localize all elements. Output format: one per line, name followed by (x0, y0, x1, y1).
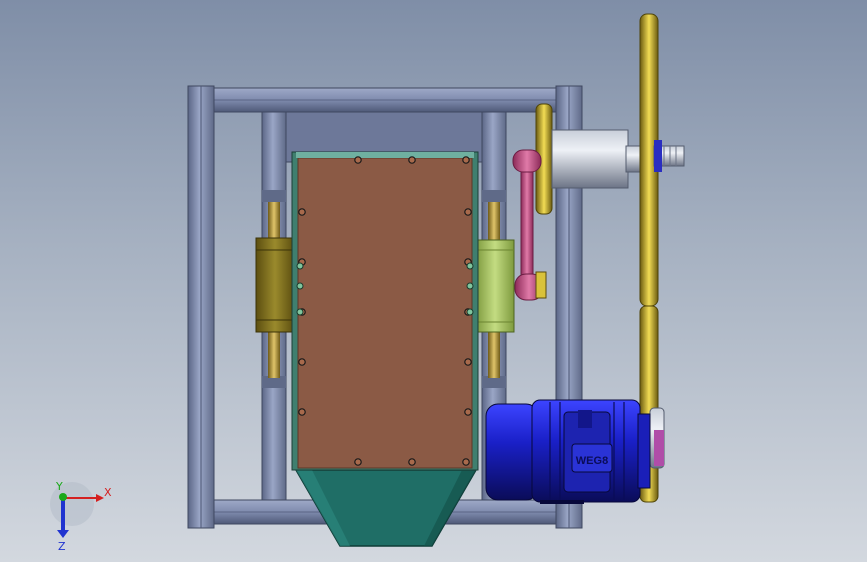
left-bearing-block (255, 237, 295, 333)
coordinate-axis-triad: X Y Z (50, 480, 112, 553)
plate-bolt (464, 408, 472, 416)
discharge-hopper (294, 469, 478, 547)
axis-z-label: Z (58, 540, 66, 553)
right-bearing-block (475, 239, 515, 333)
bearing-bolt (296, 262, 304, 270)
bearing-bolt (296, 282, 304, 290)
electric-motor: WEG8 (485, 399, 651, 504)
connecting-rod (520, 163, 534, 285)
bearing-bolt (466, 262, 474, 270)
plate-bolt (298, 208, 306, 216)
motor-nameplate: WEG8 (576, 455, 608, 467)
plate-bolt (464, 208, 472, 216)
bearing-housing (551, 129, 629, 189)
plate-bolt (298, 358, 306, 366)
bearing-bolt (296, 308, 304, 316)
plate-bolt (408, 458, 416, 466)
axis-y-indicator (59, 493, 67, 501)
plate-bolt (462, 458, 470, 466)
plate-bolt (464, 358, 472, 366)
cad-assembly-drawing: WEG8 X Y Z (50, 13, 685, 553)
bearing-bolt (466, 308, 474, 316)
axis-x-label: X (104, 486, 112, 499)
plate-bolt (298, 408, 306, 416)
plate-bolt (354, 458, 362, 466)
plate-bolt (354, 156, 362, 164)
plate-bolt (408, 156, 416, 164)
vibrating-screen-plate (291, 151, 479, 471)
axis-y-label: Y (55, 480, 63, 493)
bearing-bolt (466, 282, 474, 290)
cad-viewport[interactable]: WEG8 X Y Z (0, 0, 867, 562)
plate-bolt (462, 156, 470, 164)
